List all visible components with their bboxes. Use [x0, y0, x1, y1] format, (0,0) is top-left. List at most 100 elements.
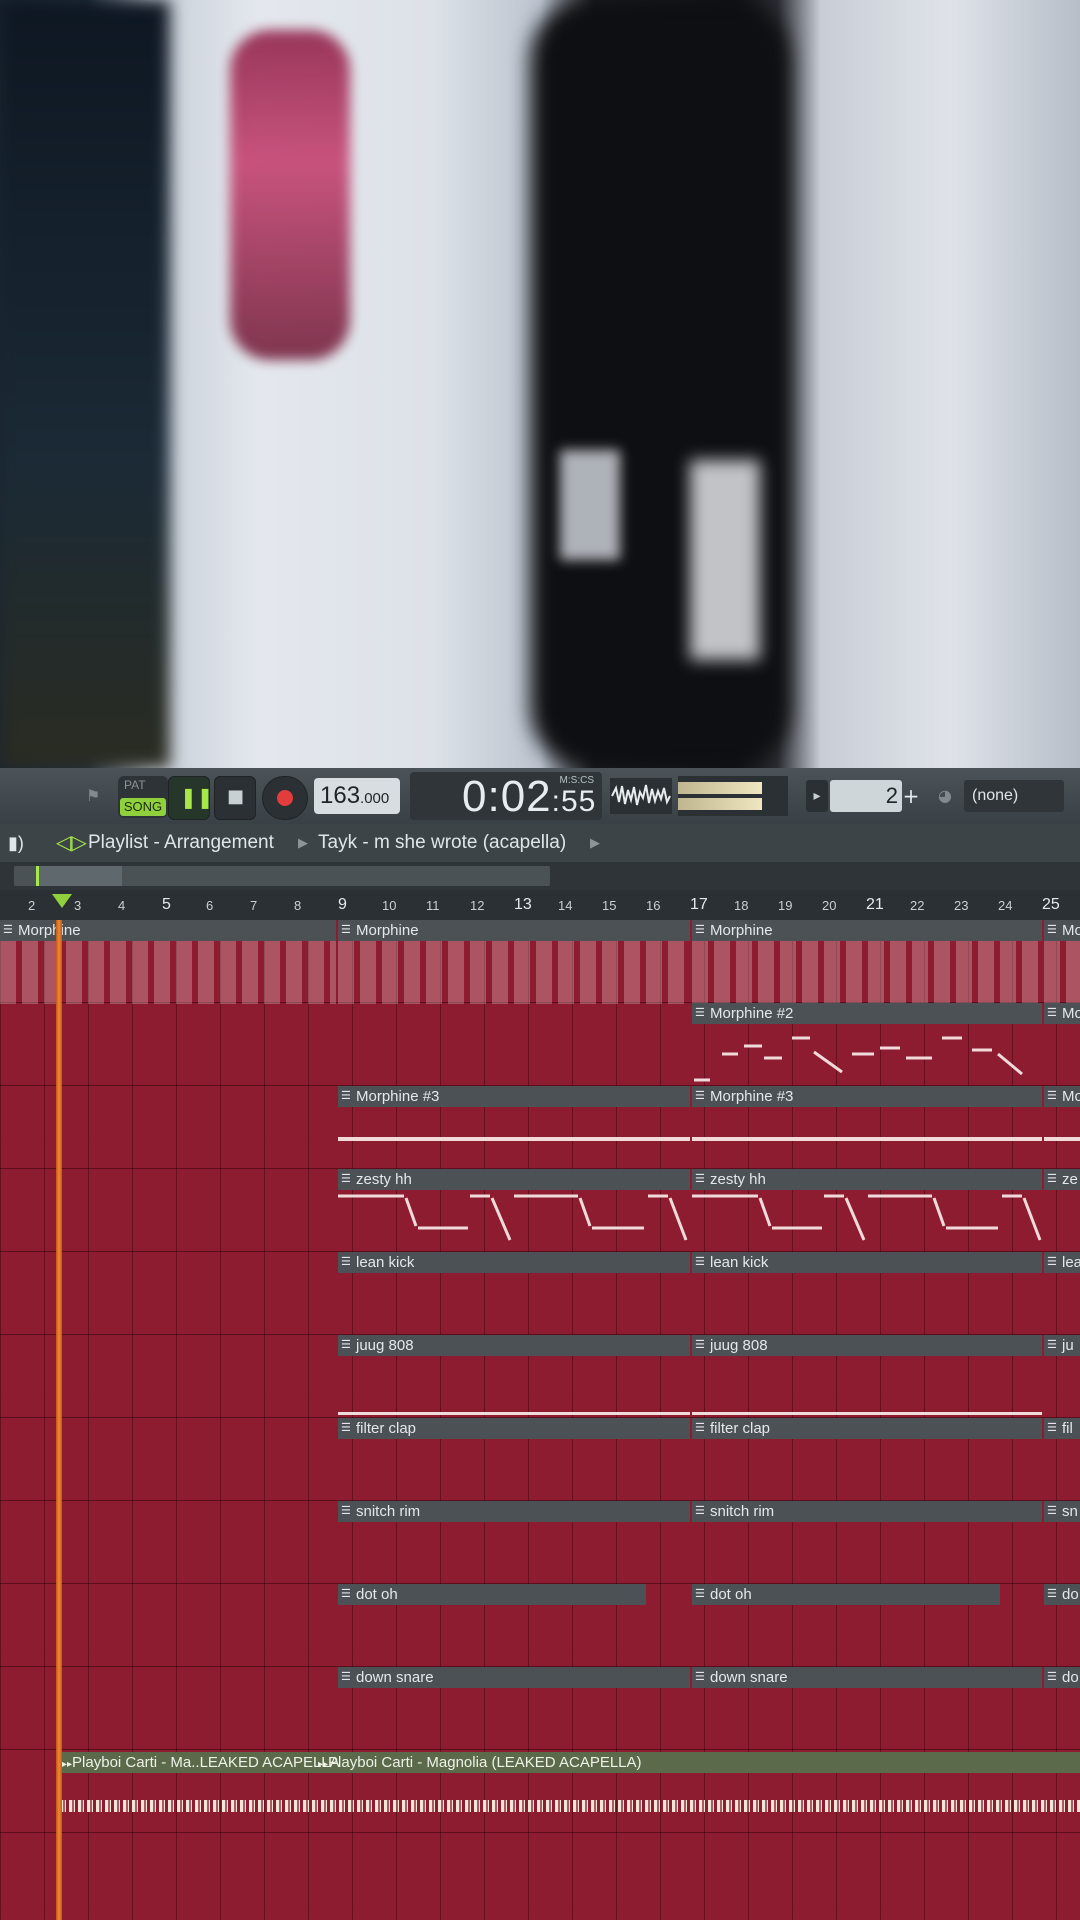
pattern-clip[interactable]: juug 808 [338, 1335, 690, 1419]
pattern-clip[interactable]: sn [1044, 1501, 1080, 1585]
bar-number: 8 [294, 898, 302, 913]
audio-clip[interactable]: Playboi Carti - Ma..LEAKED ACAPELLA Play… [60, 1752, 1080, 1836]
pattern-clip[interactable]: dot oh [338, 1584, 646, 1668]
pattern-clip[interactable]: Morphine #3 [338, 1086, 690, 1170]
pause-button[interactable]: ❚❚ [168, 776, 214, 820]
pattern-clip[interactable]: do [1044, 1584, 1080, 1668]
audio-waveform [60, 1800, 1080, 1812]
clip-notes [338, 941, 690, 1004]
clip-title: filter clap [692, 1418, 1042, 1439]
clip-title: fil [1044, 1418, 1080, 1439]
clip-title: snitch rim [338, 1501, 690, 1522]
speaker-icon[interactable]: ▮) [8, 824, 24, 862]
playlist-title[interactable]: Playlist - Arrangement [88, 824, 274, 862]
pattern-clip[interactable]: Mo [1044, 920, 1080, 1004]
bar-number: 13 [514, 896, 532, 913]
clip-title: Morphine #2 [692, 1003, 1042, 1024]
bar-number: 12 [470, 898, 485, 913]
clip-notes [1044, 941, 1080, 1004]
pattern-clip[interactable]: down snare [692, 1667, 1042, 1751]
clip-title: down snare [338, 1667, 690, 1688]
clip-title: Mo [1044, 1003, 1080, 1024]
pattern-clip[interactable]: Morphine [0, 920, 336, 1004]
time-display[interactable]: 0:02:55 M:S:CS [410, 772, 602, 821]
tempo-decimal: .000 [360, 790, 390, 807]
tempo-field[interactable]: 163.000 [314, 778, 400, 814]
clip-title: ju [1044, 1335, 1080, 1356]
meter-left [678, 782, 762, 794]
clip-title: Morphine #3 [338, 1086, 690, 1107]
video-shadow-left [0, 0, 170, 768]
clip-notes [1044, 1107, 1080, 1170]
bar-number: 17 [690, 896, 708, 913]
clip-title: do [1044, 1667, 1080, 1688]
pattern-clip[interactable]: zesty hh [338, 1169, 690, 1253]
pattern-clip[interactable]: down snare [338, 1667, 690, 1751]
pat-song-toggle[interactable]: PAT SONG [118, 776, 168, 818]
tempo-value: 163 [320, 782, 361, 809]
clip-title: Morphine [0, 920, 336, 941]
bar-number: 25 [1042, 896, 1060, 913]
pattern-prev-button[interactable]: ▸ [806, 780, 828, 812]
pattern-clip[interactable]: Morphine #2 [692, 1003, 1042, 1087]
stop-button[interactable]: ■ [214, 776, 256, 820]
pattern-clip[interactable]: Morphine [338, 920, 690, 1004]
bar-number: 20 [822, 898, 837, 913]
clip-title: sn [1044, 1501, 1080, 1522]
clip-title: juug 808 [692, 1335, 1042, 1356]
current-pattern-name[interactable]: Tayk - m she wrote (acapella) [318, 824, 566, 862]
lock-icon[interactable]: ⚑ [86, 786, 100, 806]
pattern-clip[interactable]: ze [1044, 1169, 1080, 1253]
pattern-clip[interactable]: Morphine [692, 920, 1042, 1004]
pattern-clip[interactable]: fil [1044, 1418, 1080, 1502]
bar-number: 23 [954, 898, 969, 913]
clip-title: ze [1044, 1169, 1080, 1190]
clip-title: do [1044, 1584, 1080, 1605]
timeline-ruler[interactable]: 2 3 4 5 6 7 8 9 10 11 12 13 14 15 16 17 … [0, 890, 1080, 920]
clip-title: Morphine #3 [692, 1086, 1042, 1107]
pattern-clip[interactable]: snitch rim [338, 1501, 690, 1585]
note-bar [692, 1412, 1042, 1415]
pattern-clip[interactable]: lea [1044, 1252, 1080, 1336]
clip-title: lean kick [692, 1252, 1042, 1273]
clip-notes [338, 1356, 690, 1419]
clip-title: snitch rim [692, 1501, 1042, 1522]
bar-number: 15 [602, 898, 617, 913]
arrows-icon[interactable]: ◁▷ [56, 824, 87, 862]
video-highlight [560, 450, 620, 560]
pattern-clip[interactable]: lean kick [338, 1252, 690, 1336]
clip-title: zesty hh [338, 1169, 690, 1190]
pattern-clip[interactable]: Mo [1044, 1003, 1080, 1087]
pattern-clip[interactable]: snitch rim [692, 1501, 1042, 1585]
pattern-clip[interactable]: juug 808 [692, 1335, 1042, 1419]
pattern-clip[interactable]: do [1044, 1667, 1080, 1751]
add-pattern-button[interactable]: + [900, 780, 922, 812]
channel-dropdown[interactable]: (none) [964, 780, 1064, 812]
pattern-clip[interactable]: lean kick [692, 1252, 1042, 1336]
pattern-clip[interactable]: Morphine #3 [692, 1086, 1042, 1170]
transport-toolbar: ⚑ PAT SONG ❚❚ ■ 163.000 0:02:55 M:S:CS ▸… [0, 768, 1080, 825]
bar-number: 16 [646, 898, 661, 913]
pattern-clip[interactable]: Mo [1044, 1086, 1080, 1170]
bar-number: 5 [162, 896, 171, 913]
pattern-clip[interactable]: filter clap [692, 1418, 1042, 1502]
meter-right [678, 798, 762, 810]
bar-number: 10 [382, 898, 397, 913]
song-position-marker[interactable] [52, 894, 72, 908]
chevron-right-icon[interactable]: ▶ [590, 824, 600, 862]
overview-scrollbar[interactable] [0, 862, 1080, 890]
playhead[interactable] [56, 920, 62, 1920]
pattern-number-field[interactable]: 2 [830, 780, 902, 812]
pattern-clip[interactable]: dot oh [692, 1584, 1000, 1668]
bar-number: 4 [118, 898, 126, 913]
bar-number: 11 [426, 898, 440, 913]
video-highlight-2 [690, 460, 760, 660]
pattern-clip[interactable]: zesty hh [692, 1169, 1042, 1253]
clip-title: filter clap [338, 1418, 690, 1439]
pattern-clip[interactable]: ju [1044, 1335, 1080, 1419]
pattern-clip[interactable]: filter clap [338, 1418, 690, 1502]
clip-notes [692, 1356, 1042, 1419]
scroll-position-marker [36, 866, 39, 886]
record-button[interactable] [262, 776, 308, 820]
playlist-header: ▮) ◁▷ Playlist - Arrangement ▶ Tayk - m … [0, 824, 1080, 863]
